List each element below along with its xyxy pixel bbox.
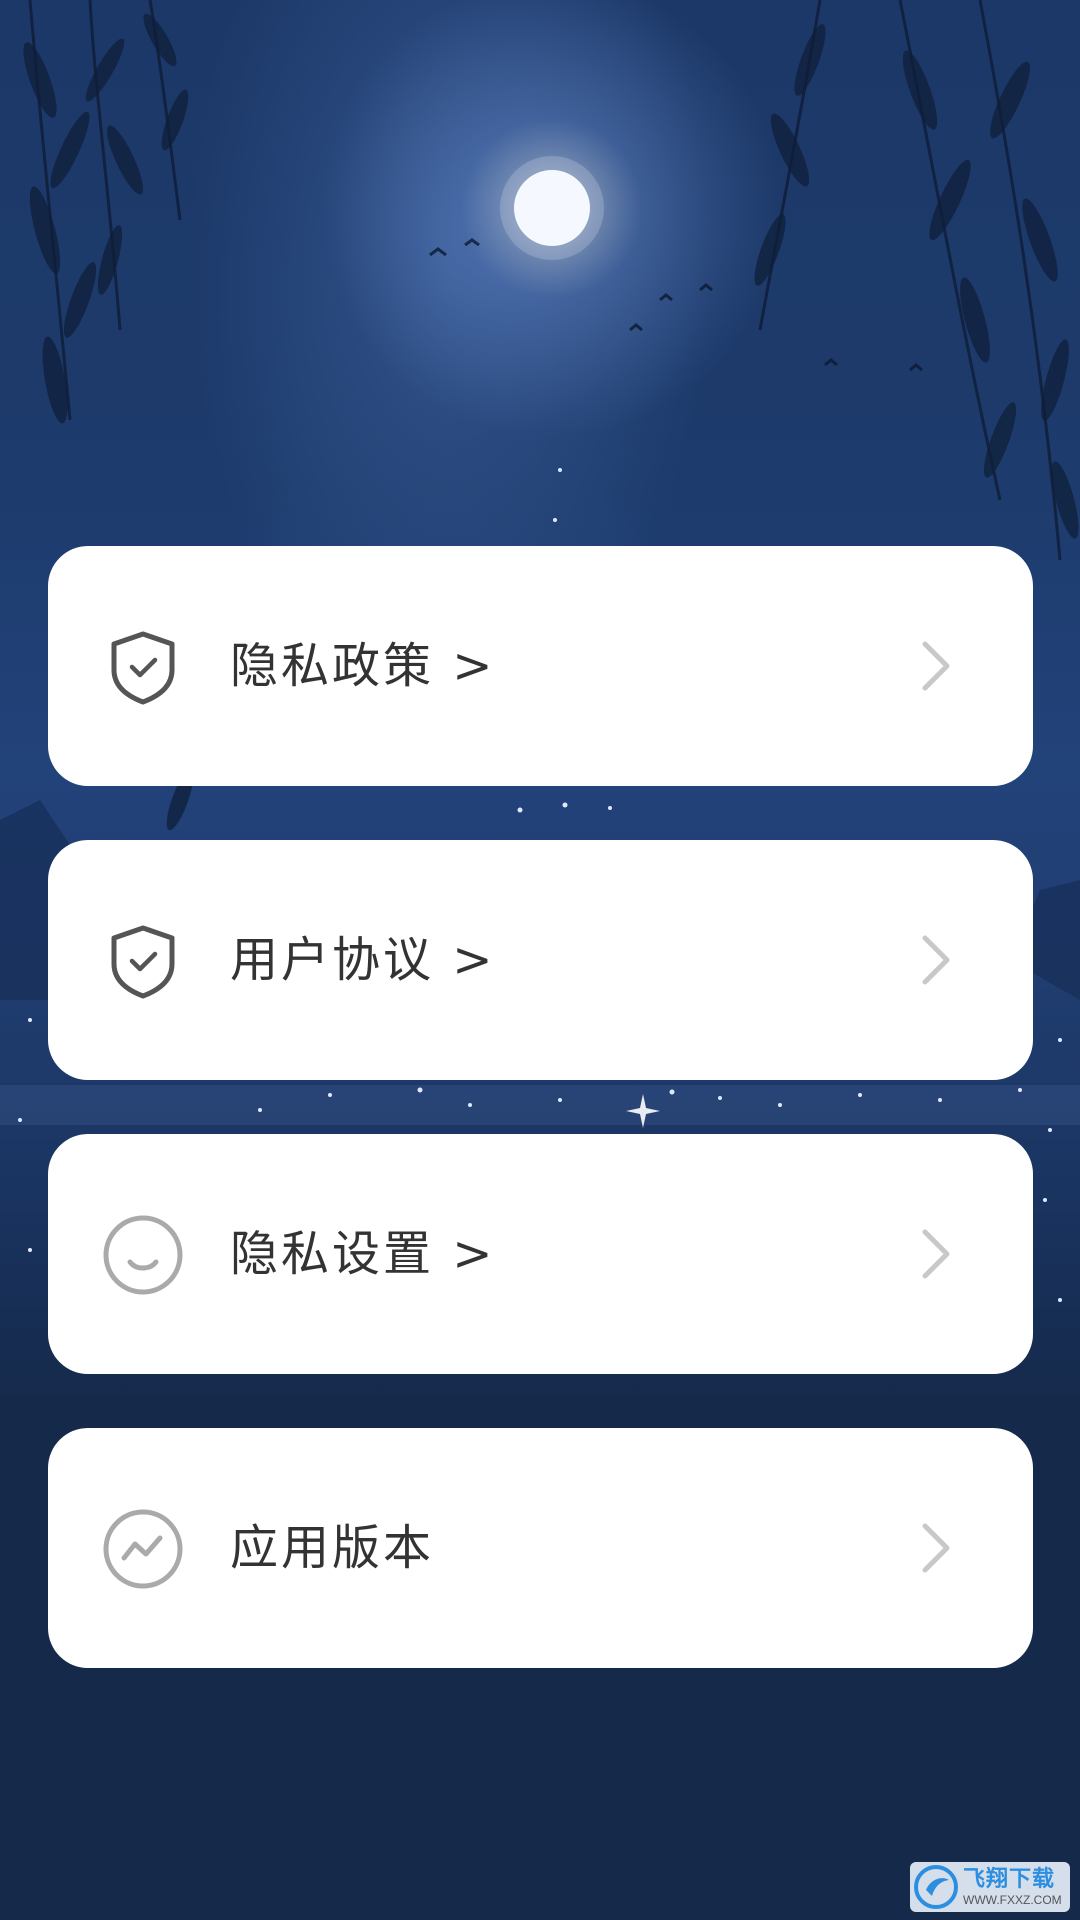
shield-check-icon — [111, 631, 175, 705]
user-agreement-label: 用户协议 > — [230, 932, 496, 988]
app-version-label: 应用版本 — [230, 1520, 435, 1576]
settings-menu: 隐私政策 > 用户协议 > 隐私设置 > 应用版本 — [48, 546, 1033, 1722]
chevron-right-icon — [922, 1523, 950, 1573]
smile-circle-icon — [103, 1215, 183, 1295]
chevron-right-icon — [922, 1229, 950, 1279]
watermark: 飞翔下载 WWW.FXXZ.COM — [910, 1862, 1070, 1912]
menu-item-user-agreement[interactable]: 用户协议 > — [48, 840, 1033, 1080]
privacy-settings-label: 隐私设置 > — [230, 1226, 496, 1282]
menu-item-privacy-settings[interactable]: 隐私设置 > — [48, 1134, 1033, 1374]
site-logo-icon — [914, 1865, 958, 1909]
chevron-right-icon — [922, 935, 950, 985]
watermark-title: 飞翔下载 — [963, 1866, 1056, 1892]
privacy-policy-label: 隐私政策 > — [230, 638, 496, 694]
shield-check-icon — [111, 925, 175, 999]
menu-item-app-version[interactable]: 应用版本 — [48, 1428, 1033, 1668]
chevron-right-icon — [922, 641, 950, 691]
watermark-url: WWW.FXXZ.COM — [963, 1892, 1062, 1907]
trend-circle-icon — [103, 1509, 183, 1589]
menu-item-privacy-policy[interactable]: 隐私政策 > — [48, 546, 1033, 786]
